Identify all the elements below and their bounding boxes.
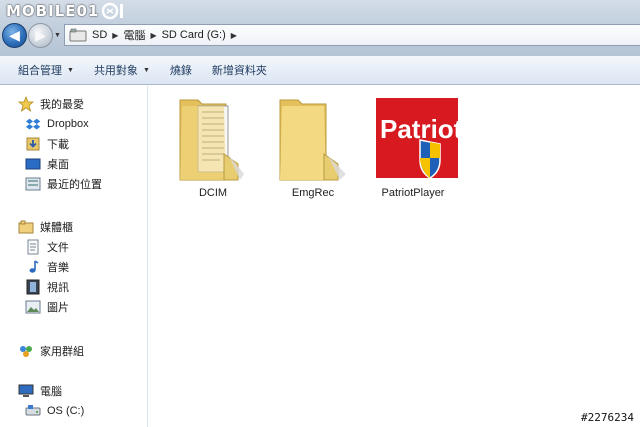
file-item-patriotplayer[interactable]: Patriot PatriotPlayer bbox=[363, 94, 463, 204]
nav-item-label: 下載 bbox=[47, 139, 69, 151]
nav-homegroup[interactable]: 家用群組 bbox=[18, 342, 84, 360]
nav-item-pictures[interactable]: 圖片 bbox=[25, 298, 69, 316]
libraries-icon bbox=[18, 220, 34, 234]
share-label: 共用對象 bbox=[93, 65, 138, 77]
watermark-text: MOBILE01 bbox=[6, 2, 100, 20]
command-bar: 組合管理 ▼ 共用對象 ▼ 燒錄 新增資料夾 bbox=[0, 56, 640, 85]
nav-item-label: 音樂 bbox=[47, 262, 69, 274]
navigation-row: ◀ ▶ ▼ SD ▶ 電腦 ▶ SD Card (G:) ▶ bbox=[0, 23, 640, 48]
nav-favorites-label: 我的最愛 bbox=[40, 99, 84, 111]
nav-libraries[interactable]: 媒體櫃 bbox=[18, 218, 73, 236]
music-note-icon bbox=[29, 260, 39, 273]
breadcrumb-sd-card[interactable]: SD Card (G:) bbox=[162, 29, 226, 41]
new-folder-label: 新增資料夾 bbox=[211, 65, 267, 77]
organize-menu-button[interactable]: 組合管理 ▼ bbox=[8, 62, 84, 78]
file-name: DCIM bbox=[198, 187, 228, 199]
patriot-app-icon: Patriot bbox=[376, 98, 458, 179]
nav-item-music[interactable]: 音樂 bbox=[25, 258, 69, 276]
nav-item-label: 桌面 bbox=[47, 159, 69, 171]
watermark-logo-icon bbox=[102, 2, 124, 20]
breadcrumb-computer[interactable]: 電腦 bbox=[123, 27, 145, 43]
patriot-brand-text: Patriot bbox=[380, 114, 458, 144]
chevron-down-icon: ▼ bbox=[142, 66, 150, 74]
nav-item-label: 文件 bbox=[47, 242, 69, 254]
back-button[interactable]: ◀ bbox=[2, 23, 27, 48]
pictures-icon bbox=[25, 300, 41, 314]
photo-id-watermark: #2276234 bbox=[581, 411, 634, 424]
back-arrow-icon: ◀ bbox=[9, 27, 20, 43]
address-bar[interactable]: SD ▶ 電腦 ▶ SD Card (G:) ▶ bbox=[64, 24, 640, 46]
nav-item-label: 最近的位置 bbox=[47, 179, 102, 191]
nav-libraries-label: 媒體櫃 bbox=[40, 222, 73, 234]
nav-item-label: 視訊 bbox=[47, 282, 69, 294]
nav-item-videos[interactable]: 視訊 bbox=[25, 278, 69, 296]
nav-item-os-drive[interactable]: OS (C:) bbox=[25, 402, 84, 420]
breadcrumb-separator-icon[interactable]: ▶ bbox=[150, 31, 156, 40]
recent-places-icon bbox=[25, 177, 41, 191]
file-name: EmgRec bbox=[291, 187, 335, 199]
nav-item-desktop[interactable]: 桌面 bbox=[25, 155, 69, 173]
share-with-menu-button[interactable]: 共用對象 ▼ bbox=[84, 62, 160, 78]
dropbox-icon bbox=[25, 118, 41, 130]
nav-item-documents[interactable]: 文件 bbox=[25, 238, 69, 256]
breadcrumb-root[interactable]: SD bbox=[92, 29, 107, 41]
file-name: PatriotPlayer bbox=[381, 187, 445, 199]
file-list-pane: DCIM EmgRec Patriot PatriotPlayer bbox=[149, 86, 640, 427]
burn-label: 燒錄 bbox=[169, 65, 192, 77]
forward-arrow-icon: ▶ bbox=[35, 27, 46, 43]
nav-computer[interactable]: 電腦 bbox=[18, 382, 62, 400]
nav-homegroup-label: 家用群組 bbox=[40, 346, 84, 358]
nav-item-label: 圖片 bbox=[47, 302, 69, 314]
navigation-pane: 我的最愛 Dropbox 下載 桌面 最近的位置 媒體櫃 文件 音樂 視訊 圖片… bbox=[0, 86, 148, 427]
window-header: MOBILE01 ◀ ▶ ▼ SD ▶ 電腦 ▶ SD Card (G:) ▶ bbox=[0, 0, 640, 56]
file-item-dcim[interactable]: DCIM bbox=[163, 94, 263, 204]
nav-item-label: OS (C:) bbox=[47, 405, 85, 417]
nav-item-dropbox[interactable]: Dropbox bbox=[25, 115, 89, 133]
downloads-folder-icon bbox=[26, 137, 40, 151]
nav-item-recent-places[interactable]: 最近的位置 bbox=[25, 175, 102, 193]
file-item-emgrec[interactable]: EmgRec bbox=[263, 94, 363, 204]
recent-pages-dropdown[interactable]: ▼ bbox=[54, 32, 62, 40]
folder-with-documents-icon bbox=[179, 99, 244, 181]
desktop-icon bbox=[25, 158, 41, 170]
documents-icon bbox=[27, 239, 39, 255]
organize-label: 組合管理 bbox=[18, 65, 62, 77]
breadcrumb-separator-icon[interactable]: ▶ bbox=[231, 31, 237, 40]
empty-folder-icon bbox=[279, 99, 346, 181]
chevron-down-icon: ▼ bbox=[67, 66, 74, 74]
computer-icon bbox=[18, 384, 34, 397]
film-strip-icon bbox=[26, 279, 40, 295]
burn-button[interactable]: 燒錄 bbox=[160, 62, 202, 78]
breadcrumb-separator-icon[interactable]: ▶ bbox=[112, 31, 118, 40]
nav-item-label: Dropbox bbox=[47, 118, 89, 130]
star-icon bbox=[18, 96, 34, 112]
nav-favorites[interactable]: 我的最愛 bbox=[18, 95, 84, 113]
nav-item-downloads[interactable]: 下載 bbox=[25, 135, 69, 153]
sd-drive-icon bbox=[69, 28, 87, 42]
new-folder-button[interactable]: 新增資料夾 bbox=[202, 62, 277, 78]
forward-button[interactable]: ▶ bbox=[28, 23, 53, 48]
nav-computer-label: 電腦 bbox=[40, 386, 62, 398]
homegroup-icon bbox=[20, 346, 32, 357]
site-watermark: MOBILE01 bbox=[6, 1, 127, 21]
hard-drive-icon bbox=[25, 405, 41, 416]
